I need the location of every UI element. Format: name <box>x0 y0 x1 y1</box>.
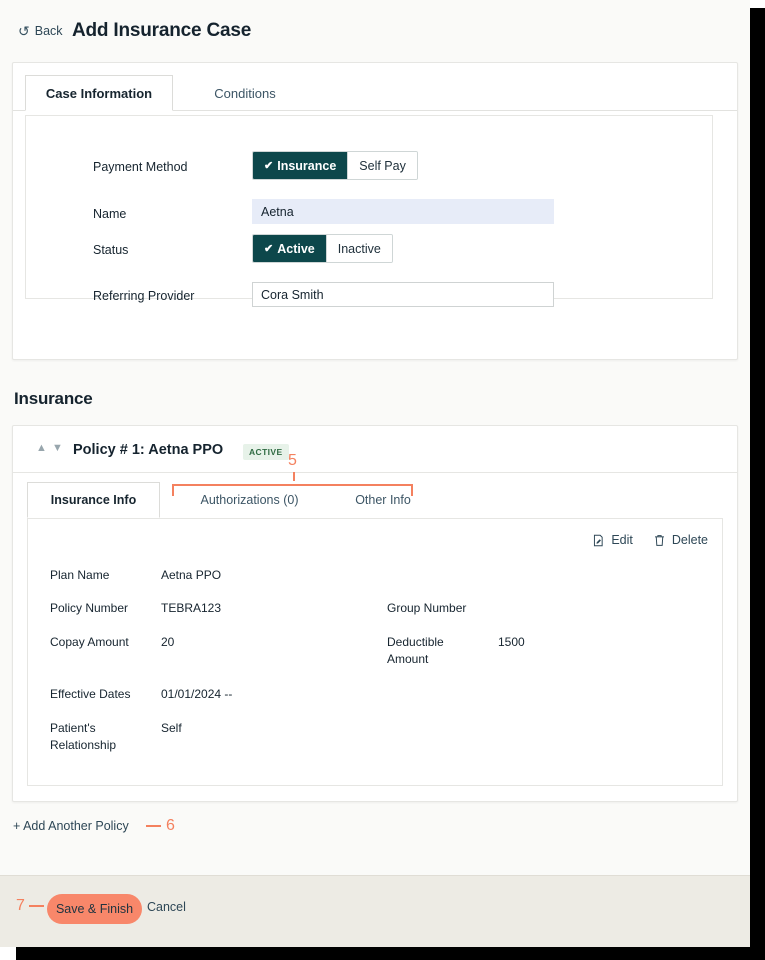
policy-number-value: TEBRA123 <box>161 601 222 615</box>
annotation-marker-6: 6 <box>166 817 175 834</box>
cancel-button[interactable]: Cancel <box>147 900 186 914</box>
payment-method-option-insurance[interactable]: ✔ Insurance <box>253 152 348 179</box>
page-header: ↺ Back Add Insurance Case <box>0 0 750 57</box>
undo-arrow-icon: ↺ <box>18 23 30 39</box>
status-option-active[interactable]: ✔ Active <box>253 235 326 262</box>
edit-document-icon <box>592 534 605 547</box>
referring-provider-label: Referring Provider <box>93 289 195 303</box>
policy-number-label: Policy Number <box>50 601 129 615</box>
chevron-up-icon[interactable]: ▲ <box>36 443 47 454</box>
payment-method-option-insurance-label: Insurance <box>277 158 337 173</box>
tab-case-information[interactable]: Case Information <box>25 75 173 111</box>
case-tabstrip: Case Information Conditions <box>13 63 737 111</box>
status-label: Status <box>93 243 129 257</box>
referring-provider-input[interactable]: Cora Smith <box>252 282 554 307</box>
policy-title: Policy # 1: Aetna PPO <box>73 442 224 458</box>
delete-button[interactable]: Delete <box>653 533 708 547</box>
tab-other-info[interactable]: Other Info <box>333 482 433 518</box>
status-option-inactive[interactable]: Inactive <box>326 235 392 262</box>
check-icon: ✔ <box>264 243 274 255</box>
chevron-down-icon[interactable]: ▼ <box>52 443 63 454</box>
tab-insurance-info-label: Insurance Info <box>50 493 137 507</box>
deductible-amount-label: Deductible Amount <box>387 635 444 666</box>
tab-authorizations-label: Authorizations (0) <box>200 493 299 507</box>
name-label: Name <box>93 207 127 221</box>
tab-conditions[interactable]: Conditions <box>185 75 305 111</box>
name-input[interactable]: Aetna <box>252 199 554 224</box>
patient-relationship-label: Patient's Relationship <box>50 721 117 752</box>
back-button-label: Back <box>34 24 63 38</box>
tab-insurance-info[interactable]: Insurance Info <box>27 482 160 518</box>
annotation-6-dash <box>146 825 161 827</box>
policy-card: ▲ ▼ Policy # 1: Aetna PPO ACTIVE Insuran… <box>12 425 738 802</box>
status-badge: ACTIVE <box>243 444 289 460</box>
payment-method-toggle[interactable]: ✔ Insurance Self Pay <box>252 151 418 180</box>
add-another-policy-button[interactable]: + Add Another Policy <box>13 819 129 833</box>
payment-method-option-self-pay[interactable]: Self Pay <box>348 152 417 179</box>
tab-conditions-label: Conditions <box>214 85 276 101</box>
plan-name-value: Aetna PPO <box>161 568 222 582</box>
page-footer: Save & Finish Cancel <box>0 875 750 947</box>
edit-button[interactable]: Edit <box>592 533 633 547</box>
check-icon: ✔ <box>264 160 274 172</box>
policy-header: ▲ ▼ Policy # 1: Aetna PPO ACTIVE <box>13 426 737 473</box>
insurance-section-title: Insurance <box>14 389 93 408</box>
tab-authorizations[interactable]: Authorizations (0) <box>177 482 322 518</box>
case-information-card: Case Information Conditions Payment Meth… <box>12 62 738 360</box>
effective-dates-value: 01/01/2024 -- <box>161 687 233 701</box>
payment-method-option-self-pay-label: Self Pay <box>359 158 406 173</box>
save-and-finish-button[interactable]: Save & Finish <box>47 894 142 924</box>
detail-actions: Edit Delete <box>592 533 708 547</box>
patient-relationship-value: Self <box>161 721 182 735</box>
effective-dates-label: Effective Dates <box>50 687 131 701</box>
payment-method-label: Payment Method <box>93 160 188 174</box>
copay-amount-label: Copay Amount <box>50 635 129 649</box>
status-option-inactive-label: Inactive <box>337 241 381 256</box>
screenshot-root: ↺ Back Add Insurance Case Case Informati… <box>0 0 765 960</box>
back-button[interactable]: ↺ Back <box>18 24 63 38</box>
tab-case-information-label: Case Information <box>45 85 153 101</box>
status-option-active-label: Active <box>277 241 315 256</box>
tab-other-info-label: Other Info <box>355 493 411 507</box>
delete-button-label: Delete <box>671 533 708 547</box>
edit-button-label: Edit <box>611 533 633 547</box>
copay-amount-value: 20 <box>161 635 175 649</box>
deductible-amount-value: 1500 <box>498 635 525 649</box>
group-number-label: Group Number <box>387 601 467 615</box>
plan-name-label: Plan Name <box>50 568 110 582</box>
status-toggle[interactable]: ✔ Active Inactive <box>252 234 393 263</box>
policy-tabstrip: Insurance Info Authorizations (0) Other … <box>13 473 737 518</box>
page-title: Add Insurance Case <box>72 20 252 41</box>
insurance-detail-panel: Edit Delete Plan Name Aetna PPO Policy N… <box>27 518 723 786</box>
app-window: ↺ Back Add Insurance Case Case Informati… <box>0 0 750 947</box>
trash-icon <box>653 534 666 547</box>
window-shadow-right <box>748 8 765 952</box>
case-form-panel: Payment Method ✔ Insurance Self Pay Name… <box>25 115 713 307</box>
